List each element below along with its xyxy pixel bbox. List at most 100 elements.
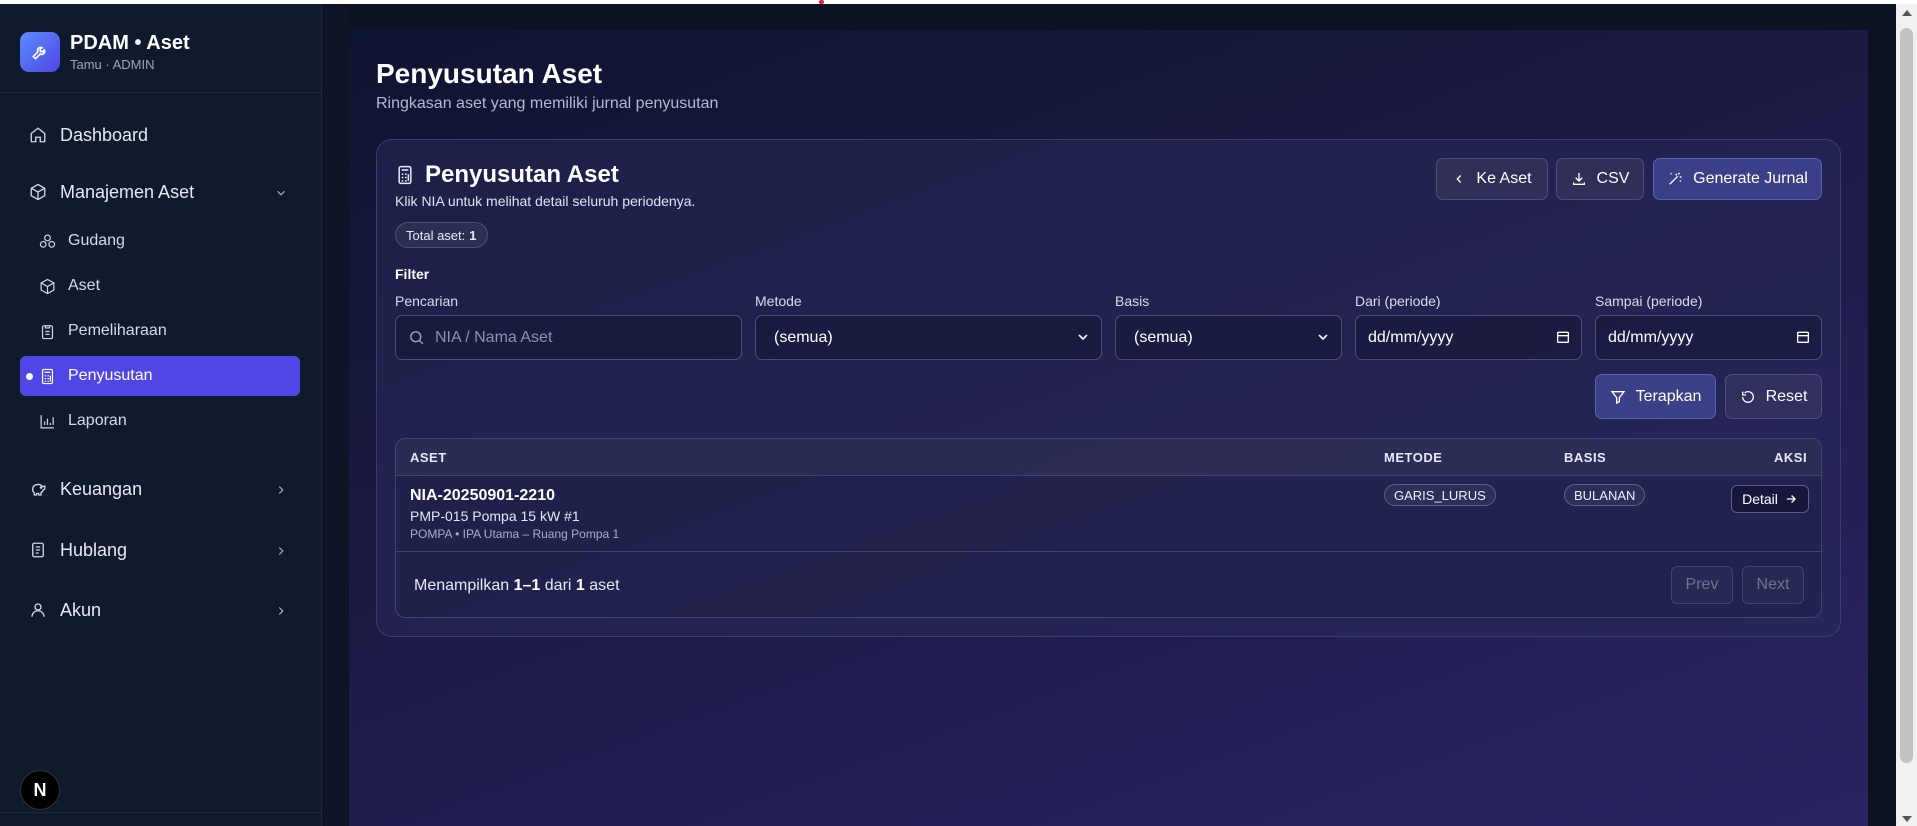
- dari-value: dd/mm/yyyy: [1368, 328, 1454, 346]
- search-icon: [408, 329, 425, 346]
- arrow-right-icon: [1784, 492, 1798, 506]
- sidebar-item-label: Manajemen Aset: [60, 181, 195, 202]
- sidebar-item-label: Akun: [60, 599, 102, 620]
- sidebar-item-manajemen-aset[interactable]: Manajemen Aset: [20, 172, 300, 212]
- scroll-down-icon[interactable]: [1902, 816, 1912, 822]
- loading-indicator: [819, 0, 824, 4]
- next-button[interactable]: Next: [1742, 566, 1804, 604]
- table-header: ASET METODE BASIS AKSI: [396, 439, 1821, 476]
- sidebar: PDAM • Aset Tamu · ADMIN Dashboard Manaj…: [0, 4, 322, 826]
- calculator-icon: [395, 165, 415, 185]
- detail-button[interactable]: Detail: [1731, 485, 1809, 513]
- nextjs-dev-badge[interactable]: N: [20, 770, 60, 810]
- metode-value: (semua): [774, 328, 833, 346]
- basis-value: (semua): [1134, 328, 1193, 346]
- nia-link[interactable]: NIA-20250901-2210: [410, 487, 555, 505]
- ke-aset-label: Ke Aset: [1476, 170, 1532, 187]
- metode-label: Metode: [755, 293, 802, 309]
- chevron-right-icon: [274, 542, 288, 563]
- basis-badge: BULANAN: [1564, 484, 1646, 506]
- scrollbar[interactable]: [1896, 4, 1917, 826]
- card-title: Penyusutan Aset: [395, 161, 619, 189]
- ke-aset-button[interactable]: Ke Aset: [1436, 158, 1548, 200]
- sidebar-item-akun[interactable]: Akun: [20, 590, 300, 630]
- page-subtitle: Ringkasan aset yang memiliki jurnal peny…: [376, 95, 719, 112]
- basis-select[interactable]: (semua): [1115, 315, 1342, 360]
- scrollbar-thumb[interactable]: [1900, 28, 1913, 763]
- divider: [0, 92, 322, 93]
- summary-range: 1–1: [513, 577, 541, 594]
- boxes-icon: [38, 232, 56, 250]
- pencarian-label: Pencarian: [395, 293, 459, 309]
- chevron-down-icon: [274, 184, 288, 205]
- penyusutan-table: ASET METODE BASIS AKSI NIA-20250901-2210…: [395, 438, 1822, 618]
- sidebar-item-gudang[interactable]: Gudang: [20, 221, 300, 261]
- sidebar-item-penyusutan[interactable]: Penyusutan: [20, 356, 300, 396]
- sidebar-item-label: Pemeliharaan: [68, 322, 167, 339]
- sidebar-item-aset[interactable]: Aset: [20, 266, 300, 306]
- csv-label: CSV: [1596, 170, 1630, 187]
- basis-label: Basis: [1115, 293, 1150, 309]
- summary-suffix: aset: [589, 577, 620, 594]
- sampai-date-input[interactable]: dd/mm/yyyy: [1595, 315, 1822, 360]
- column-header-basis: BASIS: [1564, 450, 1607, 465]
- brand-title: PDAM • Aset: [70, 32, 190, 54]
- sidebar-item-pemeliharaan[interactable]: Pemeliharaan: [20, 311, 300, 351]
- calculator-icon: [38, 367, 56, 385]
- magic-wand-icon: [1667, 171, 1683, 187]
- dari-date-input[interactable]: dd/mm/yyyy: [1355, 315, 1582, 360]
- calendar-icon[interactable]: [1555, 329, 1571, 345]
- sidebar-item-label: Keuangan: [60, 478, 143, 499]
- sampai-value: dd/mm/yyyy: [1608, 328, 1694, 346]
- calendar-icon[interactable]: [1795, 329, 1811, 345]
- sidebar-item-label: Laporan: [68, 412, 127, 429]
- brand-subtitle: Tamu · ADMIN: [70, 57, 155, 72]
- search-placeholder: NIA / Nama Aset: [435, 328, 553, 346]
- sidebar-item-label: Hublang: [60, 539, 128, 560]
- csv-button[interactable]: CSV: [1556, 158, 1644, 200]
- pagination-summary: Menampilkan 1–1 dari 1 aset: [414, 577, 620, 595]
- scroll-up-icon[interactable]: [1902, 10, 1912, 16]
- terapkan-label: Terapkan: [1635, 387, 1702, 405]
- filter-heading: Filter: [395, 266, 430, 282]
- chevron-down-icon: [1315, 329, 1331, 345]
- bar-chart-icon: [38, 412, 56, 430]
- sidebar-item-label: Aset: [68, 277, 101, 294]
- terapkan-button[interactable]: Terapkan: [1595, 374, 1716, 419]
- brand[interactable]: PDAM • Aset Tamu · ADMIN: [20, 32, 190, 72]
- box-icon: [28, 182, 48, 202]
- asset-location: POMPA • IPA Utama – Ruang Pompa 1: [410, 527, 620, 541]
- chevron-left-icon: [1452, 172, 1466, 186]
- reset-button[interactable]: Reset: [1725, 374, 1822, 419]
- card-title-text: Penyusutan Aset: [425, 161, 619, 188]
- total-aset-value: 1: [469, 227, 477, 243]
- chevron-right-icon: [274, 481, 288, 502]
- summary-count: 1: [575, 577, 585, 594]
- search-input[interactable]: NIA / Nama Aset: [395, 315, 742, 360]
- chevron-right-icon: [274, 602, 288, 623]
- prev-button[interactable]: Prev: [1671, 566, 1733, 604]
- refresh-icon: [1740, 389, 1756, 405]
- sidebar-item-keuangan[interactable]: Keuangan: [20, 469, 300, 509]
- metode-select[interactable]: (semua): [755, 315, 1102, 360]
- metode-badge: GARIS_LURUS: [1384, 484, 1496, 506]
- page-title: Penyusutan Aset: [376, 58, 603, 89]
- generate-jurnal-button[interactable]: Generate Jurnal: [1653, 158, 1822, 200]
- total-aset-label: Total aset:: [406, 227, 466, 243]
- sidebar-item-laporan[interactable]: Laporan: [20, 401, 300, 441]
- detail-label: Detail: [1742, 491, 1778, 507]
- divider: [0, 812, 322, 813]
- filter-icon: [1610, 389, 1626, 405]
- document-icon: [28, 540, 48, 560]
- sampai-label: Sampai (periode): [1595, 293, 1703, 309]
- sidebar-item-hublang[interactable]: Hublang: [20, 530, 300, 570]
- column-header-aksi: AKSI: [1774, 450, 1808, 465]
- card-subtitle: Klik NIA untuk melihat detail seluruh pe…: [395, 193, 696, 209]
- piggy-bank-icon: [28, 479, 48, 499]
- column-header-metode: METODE: [1384, 450, 1443, 465]
- dari-label: Dari (periode): [1355, 293, 1441, 309]
- column-header-aset: ASET: [410, 450, 447, 465]
- table-row: NIA-20250901-2210 PMP-015 Pompa 15 kW #1…: [396, 476, 1821, 552]
- user-icon: [28, 600, 48, 620]
- sidebar-item-dashboard[interactable]: Dashboard: [20, 115, 300, 155]
